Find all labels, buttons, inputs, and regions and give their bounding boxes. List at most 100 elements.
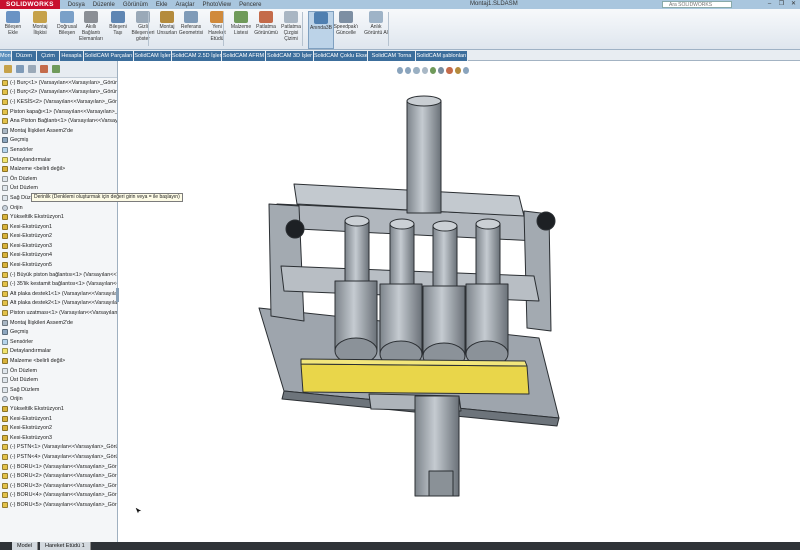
tree-item[interactable]: Piston kapağı<1> (Varsayılan<<Varsayılan… — [0, 107, 117, 117]
ribbon-button-3[interactable]: Akıllı Bağlantı Elemanları — [78, 11, 104, 49]
tree-item[interactable]: (-) Burç<2> (Varsayılan<<Varsayılan>_Gör… — [0, 88, 117, 98]
tree-item[interactable]: Malzeme <belirli değil> — [0, 164, 117, 174]
tree-item[interactable]: Yükseltilk Ekstrüzyon1 — [0, 212, 117, 222]
display-style-icon[interactable] — [438, 67, 445, 74]
feature-tree-icon[interactable] — [4, 65, 12, 73]
appearance-icon[interactable] — [454, 67, 461, 74]
graphics-viewport[interactable] — [119, 76, 800, 542]
view-orientation-icon[interactable] — [429, 67, 437, 74]
tree-item[interactable]: Kesi-Ekstrüzyon2 — [0, 232, 117, 242]
tree-item[interactable]: (-) PSTN<4> (Varsayılan<<Varsayılan>_Gör… — [0, 452, 117, 462]
tree-item[interactable]: Detaylandırmalar — [0, 155, 117, 165]
zoom-to-fit-icon[interactable] — [397, 67, 404, 74]
tree-item[interactable]: Orijin — [0, 395, 117, 405]
ribbon-button-8[interactable]: Yeni Hareket Etüdü — [204, 11, 230, 49]
section-view-icon[interactable] — [421, 67, 428, 74]
tree-item[interactable]: Ana Piston Bağlantı<1> (Varsayılan<<Vars… — [0, 116, 117, 126]
restore-icon[interactable]: ❐ — [777, 0, 786, 8]
minimize-icon[interactable]: – — [765, 0, 774, 8]
tree-item[interactable]: Geçmiş — [0, 327, 117, 337]
scene-icon[interactable] — [462, 67, 469, 74]
ribbon-button-9[interactable]: Malzeme Listesi — [228, 11, 254, 49]
tree-item[interactable]: Kesi-Ekstrüzyon3 — [0, 433, 117, 443]
tree-item[interactable]: Detaylandırmalar — [0, 347, 117, 357]
tree-item[interactable]: (-) KESİS<2> (Varsayılan<<Varsayılan>_Gö… — [0, 97, 117, 107]
command-tab-7[interactable]: SolidCAM AFRM — [222, 51, 266, 61]
tree-item[interactable]: Ön Düzlem — [0, 366, 117, 376]
menu-item-edit[interactable]: Düzenle — [93, 2, 115, 8]
property-manager-icon[interactable] — [16, 65, 24, 73]
command-tab-5[interactable]: SolidCAM İşler — [134, 51, 172, 61]
command-tab-4[interactable]: SolidCAM Parçaları — [84, 51, 134, 61]
tree-item[interactable]: (-) Büyük piston bağlantısı<1> (Varsayıl… — [0, 270, 117, 280]
command-tab-3[interactable]: Hesapla — [60, 51, 84, 61]
tree-item[interactable]: (-) BORU<2> (Varsayılan<<Varsayılan>_Gör… — [0, 471, 117, 481]
tree-item[interactable]: Alt plaka destek2<1> (Varsayılan<<Varsay… — [0, 299, 117, 309]
tree-item[interactable]: Yükseltilk Ekstrüzyon1 — [0, 404, 117, 414]
ribbon-button-7[interactable]: Referans Geometrisi — [178, 11, 204, 49]
command-tab-2[interactable]: Çizim — [37, 51, 60, 61]
ribbon-button-10[interactable]: Patlatma Görünümü — [253, 11, 279, 49]
tree-item[interactable]: (-) PSTN<1> (Varsayılan<<Varsayılan>_Gör… — [0, 443, 117, 453]
tree-item[interactable]: (-) Burç<1> (Varsayılan<<Varsayılan>_Gör… — [0, 78, 117, 88]
tree-item[interactable]: Montaj İlişkileri Assem2'de — [0, 126, 117, 136]
ribbon-button-12[interactable]: Anında3B — [308, 11, 334, 49]
ribbon-button-1[interactable]: Montaj İlişkisi — [27, 11, 53, 49]
tree-item[interactable]: Piston uzatması<1> (Varsayılan<<Varsayıl… — [0, 308, 117, 318]
solidworks-logo[interactable]: SOLIDWORKS — [0, 0, 60, 9]
tree-item[interactable]: Üst Düzlem — [0, 375, 117, 385]
tree-item[interactable]: Orijin — [0, 203, 117, 213]
command-tab-1[interactable]: Düzen — [12, 51, 37, 61]
tree-item[interactable]: (-) BORU<4> (Varsayılan<<Varsayılan>_Gör… — [0, 491, 117, 501]
tree-item[interactable]: Kesi-Ekstrüzyon5 — [0, 260, 117, 270]
menu-item-photoview[interactable]: PhotoView — [203, 2, 232, 8]
tree-item[interactable]: Geçmiş — [0, 136, 117, 146]
tree-item[interactable]: Üst Düzlem — [0, 184, 117, 194]
zoom-area-icon[interactable] — [405, 67, 412, 74]
command-tab-0[interactable]: Montaj — [0, 51, 12, 61]
previous-view-icon[interactable] — [413, 67, 420, 74]
close-icon[interactable]: ✕ — [789, 0, 798, 8]
tree-item[interactable]: (-) BORU<1> (Varsayılan<<Varsayılan>_Gör… — [0, 462, 117, 472]
display-manager-icon[interactable] — [52, 65, 60, 73]
tree-item[interactable]: Ön Düzlem — [0, 174, 117, 184]
tree-item[interactable]: Kesi-Ekstrüzyon1 — [0, 414, 117, 424]
tree-item[interactable]: (-) BORU<3> (Varsayılan<<Varsayılan>_Gör… — [0, 481, 117, 491]
hide-show-items-icon[interactable] — [446, 67, 453, 74]
search-input[interactable] — [662, 1, 732, 8]
configuration-manager-icon[interactable] — [28, 65, 36, 73]
menu-item-view[interactable]: Görünüm — [123, 2, 148, 8]
tree-item[interactable]: Alt plaka destek1<1> (Varsayılan<<Varsay… — [0, 289, 117, 299]
dimxpert-icon[interactable] — [40, 65, 48, 73]
tree-item[interactable]: Kesi-Ekstrüzyon1 — [0, 222, 117, 232]
tree-item[interactable]: (-) 35'lik kestamit bağlantısı<1> (Varsa… — [0, 279, 117, 289]
ribbon-button-13[interactable]: Speedpak'ı Güncelle — [333, 11, 359, 49]
tree-item[interactable]: Sağ Düzlem — [0, 385, 117, 395]
menu-item-tools[interactable]: Araçlar — [176, 2, 195, 8]
tree-item[interactable]: Montaj İlişkileri Assem2'de — [0, 318, 117, 328]
command-tab-9[interactable]: SolidCAM Çoklu Eksen — [314, 51, 368, 61]
command-tab-6[interactable]: SolidCAM 2.5D İşler — [172, 51, 222, 61]
ribbon-button-4[interactable]: Bileşeni Taşı — [105, 11, 131, 49]
selected-yellow-block[interactable] — [300, 363, 530, 395]
ribbon-button-11[interactable]: Patlatma Çizgisi Çizimi — [278, 11, 304, 49]
command-tab-8[interactable]: SolidCAM 3D İşler — [266, 51, 314, 61]
command-tab-10[interactable]: SolidCAM Torna — [368, 51, 416, 61]
tree-item[interactable]: Malzeme <belirli değil> — [0, 356, 117, 366]
menu-item-window[interactable]: Pencere — [239, 2, 261, 8]
ribbon-button-0[interactable]: Bileşen Ekle — [0, 11, 26, 49]
tree-item[interactable]: Kesi-Ekstrüzyon2 — [0, 423, 117, 433]
ribbon-button-2[interactable]: Doğrusal Bileşen — [54, 11, 80, 49]
tree-item[interactable]: Kesi-Ekstrüzyon4 — [0, 251, 117, 261]
assembly-model[interactable] — [258, 95, 560, 497]
ribbon-button-6[interactable]: Montaj Unsurları — [154, 11, 180, 49]
ribbon-button-14[interactable]: Anlık Görüntü Al — [363, 11, 389, 49]
tree-item[interactable]: Sensörler — [0, 145, 117, 155]
tree-item[interactable]: Sensörler — [0, 337, 117, 347]
tree-item[interactable]: (-) BORU<5> (Varsayılan<<Varsayılan>_Gör… — [0, 500, 117, 510]
tab-motion-study[interactable]: Hareket Etüdü 1 — [40, 542, 91, 550]
menu-item-file[interactable]: Dosya — [68, 2, 85, 8]
command-tab-11[interactable]: SolidCAM şablonları — [416, 51, 468, 61]
tab-model[interactable]: Model — [12, 542, 38, 550]
ribbon-button-5[interactable]: Gizli Bileşenleri göster — [130, 11, 156, 49]
